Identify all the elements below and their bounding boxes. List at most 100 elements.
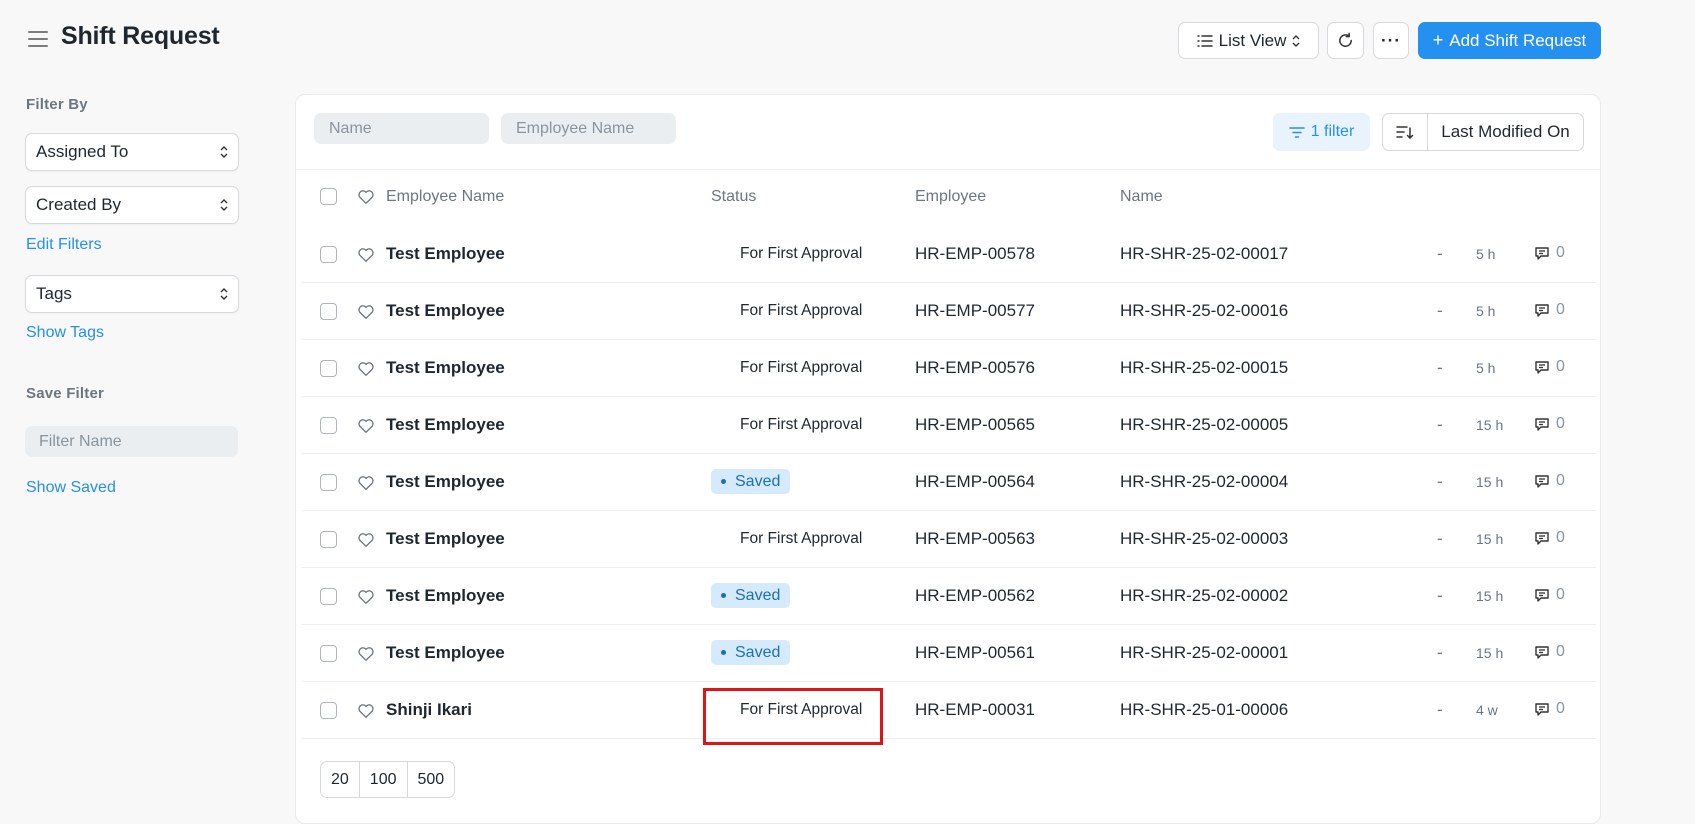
modified-time: 15 h (1476, 645, 1504, 661)
table-row[interactable]: Test Employee Saved HR-EMP-00562 HR-SHR-25-… (296, 568, 1596, 625)
like-heart-icon[interactable] (357, 588, 375, 606)
like-heart-icon[interactable] (357, 303, 375, 321)
show-saved-link[interactable]: Show Saved (26, 479, 116, 497)
like-heart-icon[interactable] (357, 188, 375, 206)
comment-count[interactable]: 0 (1534, 301, 1565, 319)
employee-name-link[interactable]: Test Employee (386, 529, 505, 549)
show-tags-link[interactable]: Show Tags (26, 324, 104, 342)
created-by-label: Created By (36, 195, 122, 214)
document-name: HR-SHR-25-02-00017 (1120, 244, 1289, 263)
like-heart-icon[interactable] (357, 360, 375, 378)
tags-select[interactable]: Tags (25, 275, 239, 313)
modified-time: 15 h (1476, 474, 1504, 490)
row-checkbox[interactable] (320, 474, 337, 491)
employee-id: HR-EMP-00031 (915, 700, 1035, 719)
employee-name-link[interactable]: Test Employee (386, 643, 505, 663)
assignee-placeholder: - (1437, 586, 1443, 605)
comment-count[interactable]: 0 (1534, 415, 1565, 433)
row-checkbox[interactable] (320, 531, 337, 548)
status-text: For First Approval (740, 302, 863, 319)
comment-icon (1535, 645, 1549, 659)
name-filter-input[interactable] (314, 113, 489, 144)
comment-icon (1535, 702, 1549, 716)
filter-button[interactable]: 1 filter (1273, 113, 1370, 151)
like-heart-icon[interactable] (357, 702, 375, 720)
table-row[interactable]: Test Employee For First Approval HR-EMP-00… (296, 397, 1596, 454)
list-view-label: List View (1218, 30, 1287, 50)
table-row[interactable]: Test Employee Saved HR-EMP-00564 HR-SHR-25-… (296, 454, 1596, 511)
employee-name-link[interactable]: Shinji Ikari (386, 700, 472, 720)
table-row[interactable]: Test Employee Saved HR-EMP-00561 HR-SHR-25-… (296, 625, 1596, 682)
page-size-selector: 20 100 500 (320, 761, 456, 798)
status-text: For First Approval (740, 530, 863, 547)
table-row[interactable]: Test Employee For First Approval HR-EMP-00… (296, 511, 1596, 568)
modified-time: 4 w (1476, 702, 1498, 718)
page-size-500[interactable]: 500 (408, 762, 455, 797)
like-heart-icon[interactable] (357, 474, 375, 492)
status-dot (721, 650, 726, 655)
save-filter-heading: Save Filter (26, 385, 105, 402)
assignee-placeholder: - (1437, 358, 1443, 377)
assignee-placeholder: - (1437, 472, 1443, 491)
like-heart-icon[interactable] (357, 531, 375, 549)
row-checkbox[interactable] (320, 360, 337, 377)
filter-name-input[interactable] (25, 426, 238, 457)
employee-name-link[interactable]: Test Employee (386, 358, 505, 378)
row-checkbox[interactable] (320, 303, 337, 320)
comment-icon (1535, 246, 1549, 260)
up-down-chevron-icon (220, 199, 228, 211)
filter-button-label: 1 filter (1310, 123, 1355, 140)
table-row[interactable]: Test Employee For First Approval HR-EMP-00… (296, 226, 1596, 283)
document-name: HR-SHR-25-02-00005 (1120, 415, 1289, 434)
like-heart-icon[interactable] (357, 417, 375, 435)
list-view-selector[interactable]: List View (1178, 22, 1319, 59)
assigned-to-select[interactable]: Assigned To (25, 133, 239, 171)
comment-count[interactable]: 0 (1534, 472, 1565, 490)
like-heart-icon[interactable] (357, 645, 375, 663)
comment-count[interactable]: 0 (1534, 643, 1565, 661)
refresh-button[interactable] (1327, 22, 1364, 59)
table-row[interactable]: Test Employee For First Approval HR-EMP-00… (296, 340, 1596, 397)
add-shift-request-button[interactable]: + Add Shift Request (1418, 22, 1601, 59)
comment-count[interactable]: 0 (1534, 529, 1565, 547)
row-checkbox[interactable] (320, 246, 337, 263)
row-checkbox[interactable] (320, 645, 337, 662)
page-size-100[interactable]: 100 (360, 762, 408, 797)
status-text: For First Approval (740, 701, 863, 718)
comment-count[interactable]: 0 (1534, 358, 1565, 376)
comment-count[interactable]: 0 (1534, 244, 1565, 262)
edit-filters-link[interactable]: Edit Filters (26, 236, 102, 254)
status-badge: Saved (711, 583, 791, 608)
comment-count[interactable]: 0 (1534, 586, 1565, 604)
status-text: For First Approval (740, 359, 863, 376)
comment-icon (1535, 417, 1549, 431)
status-text: For First Approval (740, 416, 863, 433)
like-heart-icon[interactable] (357, 246, 375, 264)
sort-descending-icon (1396, 125, 1414, 139)
employee-name-link[interactable]: Test Employee (386, 415, 505, 435)
more-actions-button[interactable]: ··· (1373, 22, 1409, 59)
sidebar-toggle-icon[interactable] (28, 31, 48, 47)
sort-field-button[interactable]: Last Modified On (1428, 114, 1583, 150)
tags-label: Tags (36, 284, 72, 303)
employee-name-link[interactable]: Test Employee (386, 586, 505, 606)
employee-name-link[interactable]: Test Employee (386, 301, 505, 321)
table-row[interactable]: Test Employee For First Approval HR-EMP-00… (296, 283, 1596, 340)
status-badge: Saved (711, 469, 791, 494)
sort-direction-button[interactable] (1383, 114, 1428, 150)
employee-name-link[interactable]: Test Employee (386, 472, 505, 492)
page-size-20[interactable]: 20 (321, 762, 360, 797)
employee-name-link[interactable]: Test Employee (386, 244, 505, 264)
table-row[interactable]: Shinji Ikari For First Approval HR-EMP-000… (296, 682, 1596, 739)
created-by-select[interactable]: Created By (25, 186, 239, 224)
row-checkbox[interactable] (320, 417, 337, 434)
comment-count[interactable]: 0 (1534, 700, 1565, 718)
row-checkbox[interactable] (320, 702, 337, 719)
modified-time: 5 h (1476, 246, 1496, 262)
select-all-checkbox[interactable] (320, 188, 337, 205)
assignee-placeholder: - (1437, 415, 1443, 434)
employee-name-filter-input[interactable] (501, 113, 676, 144)
row-checkbox[interactable] (320, 588, 337, 605)
comment-count-label: 0 (1556, 415, 1565, 432)
status-text: For First Approval (740, 245, 863, 262)
